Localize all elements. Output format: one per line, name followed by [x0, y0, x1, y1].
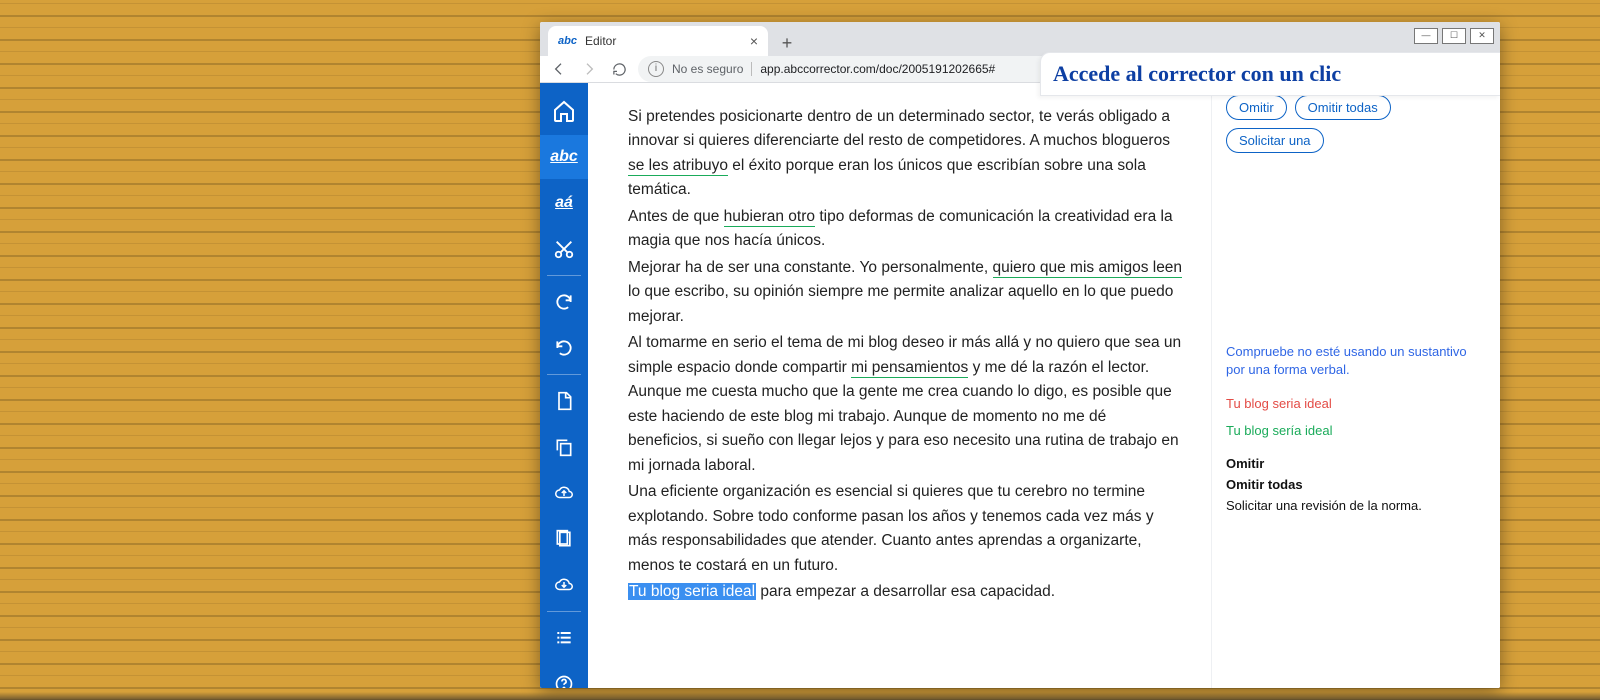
sidebar-upload-icon[interactable] [540, 471, 588, 515]
url-separator [751, 62, 752, 76]
app-root: abc aá Si pretendes posicionarte dentro … [540, 83, 1500, 688]
text: lo que escribo, su opinión siempre me pe… [628, 283, 1173, 324]
sidebar-list-icon[interactable] [540, 616, 588, 660]
suggestions-panel: Omitir Omitir todas Solicitar una Compru… [1211, 83, 1500, 688]
paragraph-1[interactable]: Si pretendes posicionarte dentro de un d… [628, 105, 1183, 203]
new-tab-button[interactable]: + [774, 30, 800, 56]
action-request-review[interactable]: Solicitar una revisión de la norma. [1226, 498, 1486, 513]
action-omit-all[interactable]: Omitir todas [1226, 477, 1486, 492]
chip-omit[interactable]: Omitir [1226, 95, 1287, 120]
window-minimize-button[interactable]: — [1414, 28, 1438, 44]
sidebar-download-icon[interactable] [540, 563, 588, 607]
chip-request[interactable]: Solicitar una [1226, 128, 1324, 153]
sidebar-help-icon[interactable] [540, 662, 588, 688]
sidebar-redo-icon[interactable] [540, 326, 588, 370]
sidebar-newdoc-icon[interactable] [540, 379, 588, 423]
text: Antes de que [628, 208, 724, 225]
site-info-icon[interactable]: i [648, 61, 664, 77]
taskbar-shadow [0, 692, 1600, 700]
chip-omit-all[interactable]: Omitir todas [1295, 95, 1391, 120]
selected-correction[interactable]: Tu blog seria ideal [628, 583, 756, 600]
correction-mark-1[interactable]: se les atribuyo [628, 157, 728, 176]
sidebar-paste-icon[interactable] [540, 517, 588, 561]
browser-tabstrip: abc Editor × + [540, 22, 1500, 56]
url-text: app.abccorrector.com/doc/2005191202665# [760, 62, 995, 76]
editor-content[interactable]: Si pretendes posicionarte dentro de un d… [588, 83, 1211, 688]
text: Si pretendes posicionarte dentro de un d… [628, 108, 1170, 149]
panel-chip-row: Omitir Omitir todas Solicitar una [1226, 95, 1486, 153]
app-sidebar: abc aá [540, 83, 588, 688]
nav-forward-button[interactable] [578, 58, 600, 80]
paragraph-5[interactable]: Una eficiente organización es esencial s… [628, 480, 1183, 578]
sidebar-divider-3 [547, 611, 581, 612]
sidebar-home-icon[interactable] [540, 89, 588, 133]
insecure-label: No es seguro [672, 62, 743, 76]
panel-hint: Compruebe no esté usando un sustantivo p… [1226, 343, 1486, 378]
correction-mark-2[interactable]: hubieran otro [724, 208, 815, 227]
action-omit[interactable]: Omitir [1226, 456, 1486, 471]
window-close-button[interactable]: ✕ [1470, 28, 1494, 44]
nav-back-button[interactable] [548, 58, 570, 80]
sidebar-cut-icon[interactable] [540, 227, 588, 271]
sidebar-accent-icon[interactable]: aá [540, 181, 588, 225]
desktop-background: — ☐ ✕ abc Editor × + i No es seguro app.… [0, 0, 1600, 700]
suggestion-original[interactable]: Tu blog seria ideal [1226, 396, 1486, 411]
sidebar-abc-icon[interactable]: abc [540, 135, 588, 179]
promo-banner: Accede al corrector con un clic [1040, 52, 1500, 96]
tab-close-button[interactable]: × [750, 33, 758, 49]
correction-mark-4[interactable]: mi pensamientos [851, 359, 968, 378]
text: Mejorar ha de ser una constante. Yo pers… [628, 259, 993, 276]
sidebar-divider-2 [547, 374, 581, 375]
sidebar-divider [547, 275, 581, 276]
browser-tab-editor[interactable]: abc Editor × [548, 26, 768, 56]
window-maximize-button[interactable]: ☐ [1442, 28, 1466, 44]
sidebar-copy-icon[interactable] [540, 425, 588, 469]
text: para empezar a desarrollar esa capacidad… [756, 583, 1055, 600]
tab-title: Editor [585, 34, 616, 48]
tab-favicon: abc [558, 35, 577, 47]
paragraph-3[interactable]: Mejorar ha de ser una constante. Yo pers… [628, 256, 1183, 329]
paragraph-4[interactable]: Al tomarme en serio el tema de mi blog d… [628, 331, 1183, 478]
nav-reload-button[interactable] [608, 58, 630, 80]
browser-window: — ☐ ✕ abc Editor × + i No es seguro app.… [540, 22, 1500, 688]
sidebar-undo-icon[interactable] [540, 280, 588, 324]
paragraph-6[interactable]: Tu blog seria ideal para empezar a desar… [628, 580, 1183, 604]
suggestion-corrected[interactable]: Tu blog sería ideal [1226, 423, 1486, 438]
window-controls: — ☐ ✕ [1414, 28, 1494, 44]
paragraph-2[interactable]: Antes de que hubieran otro tipo deformas… [628, 205, 1183, 254]
correction-mark-3[interactable]: quiero que mis amigos leen [993, 259, 1183, 278]
